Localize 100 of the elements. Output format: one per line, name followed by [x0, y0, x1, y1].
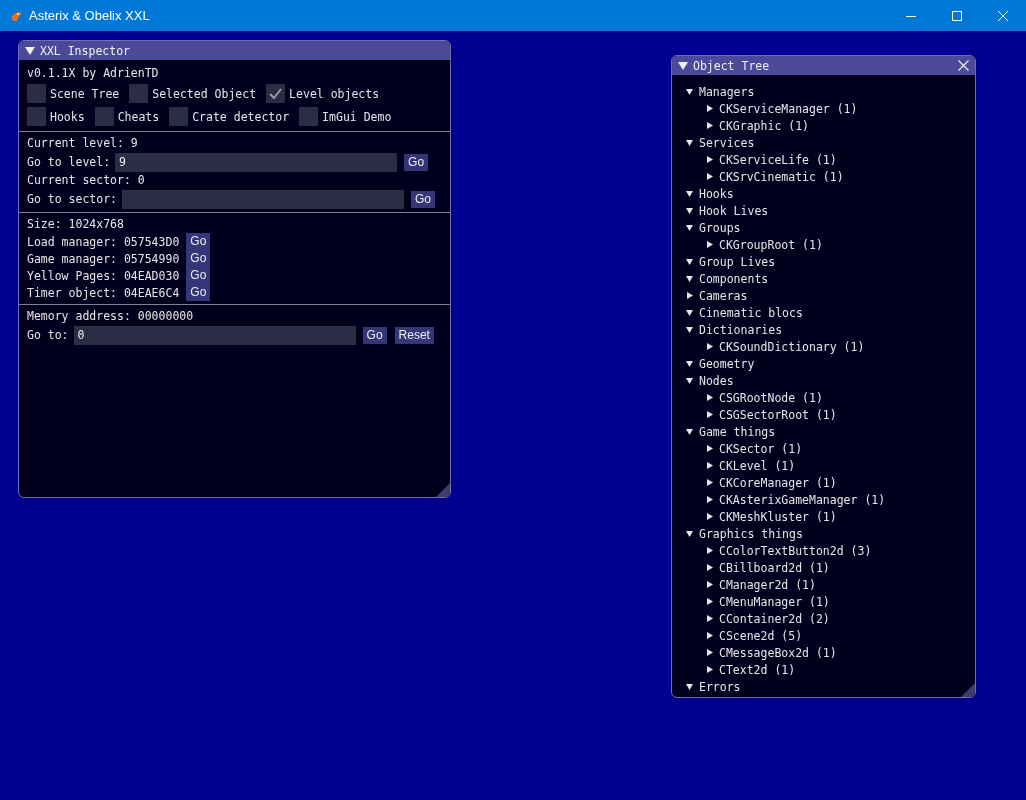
- tree-item[interactable]: CKSrvCinematic (1): [719, 169, 844, 184]
- collapse-icon[interactable]: [678, 61, 688, 70]
- tree-item[interactable]: Hook Lives: [699, 203, 769, 218]
- collapsed-arrow-icon[interactable]: [706, 666, 713, 673]
- collapsed-arrow-icon[interactable]: [706, 241, 713, 248]
- collapsed-arrow-icon[interactable]: [706, 496, 713, 503]
- collapsed-arrow-icon[interactable]: [706, 105, 713, 112]
- tree-item[interactable]: Services: [699, 135, 755, 150]
- tree-item[interactable]: CContainer2d (2): [719, 611, 830, 626]
- tree-item[interactable]: CSGRootNode (1): [719, 390, 823, 405]
- tree-item[interactable]: Cameras: [699, 288, 748, 303]
- collapsed-arrow-icon[interactable]: [706, 632, 713, 639]
- tree-item[interactable]: Managers: [699, 84, 755, 99]
- tree-item[interactable]: CKLevel (1): [719, 458, 796, 473]
- collapsed-arrow-icon[interactable]: [706, 411, 713, 418]
- tree-item[interactable]: Graphics things: [699, 526, 803, 541]
- expanded-arrow-icon[interactable]: [686, 88, 693, 95]
- checkbox[interactable]: [169, 107, 189, 126]
- window-titlebar[interactable]: XXL Inspector: [19, 41, 450, 60]
- tree-item[interactable]: CKServiceLife (1): [719, 152, 837, 167]
- input-field[interactable]: 9: [115, 152, 398, 172]
- pointer-text: Yellow Pages: 04EAD030: [27, 268, 180, 283]
- tree-item[interactable]: CKCoreManager (1): [719, 475, 837, 490]
- tree-item[interactable]: Groups: [699, 220, 741, 235]
- expanded-arrow-icon[interactable]: [686, 377, 693, 384]
- checkbox[interactable]: [27, 84, 46, 103]
- go-button[interactable]: Reset: [394, 326, 434, 344]
- tree-item[interactable]: Dictionaries: [699, 322, 783, 337]
- collapsed-arrow-icon[interactable]: [706, 649, 713, 656]
- tree-item[interactable]: CScene2d (5): [719, 628, 803, 643]
- tree-item[interactable]: CKMeshKluster (1): [719, 509, 837, 524]
- collapsed-arrow-icon[interactable]: [706, 173, 713, 180]
- input-field[interactable]: [122, 189, 404, 209]
- go-button[interactable]: Go: [186, 233, 211, 250]
- close-icon[interactable]: [958, 60, 969, 71]
- collapsed-arrow-icon[interactable]: [706, 156, 713, 163]
- expanded-arrow-icon[interactable]: [686, 224, 693, 231]
- collapsed-arrow-icon[interactable]: [686, 292, 693, 299]
- expanded-arrow-icon[interactable]: [686, 326, 693, 333]
- collapsed-arrow-icon[interactable]: [706, 343, 713, 350]
- collapse-icon[interactable]: [25, 46, 35, 55]
- tree-item[interactable]: Group Lives: [699, 254, 776, 269]
- collapsed-arrow-icon[interactable]: [706, 598, 713, 605]
- tree-item[interactable]: CColorTextButton2d (3): [719, 543, 872, 558]
- collapsed-arrow-icon[interactable]: [706, 445, 713, 452]
- tree-item[interactable]: Errors: [699, 679, 741, 694]
- collapsed-arrow-icon[interactable]: [706, 547, 713, 554]
- checkbox[interactable]: [27, 107, 46, 126]
- tree-item[interactable]: CMessageBox2d (1): [719, 645, 837, 660]
- tree-item[interactable]: CMenuManager (1): [719, 594, 830, 609]
- collapsed-arrow-icon[interactable]: [706, 394, 713, 401]
- expanded-arrow-icon[interactable]: [686, 258, 693, 265]
- go-button[interactable]: Go: [186, 250, 211, 267]
- tree-item[interactable]: CKGraphic (1): [719, 118, 809, 133]
- checkbox[interactable]: [129, 84, 149, 103]
- tree-item[interactable]: CKSector (1): [719, 441, 803, 456]
- go-button[interactable]: Go: [186, 267, 211, 284]
- go-button[interactable]: Go: [411, 190, 436, 208]
- tree-item[interactable]: CKSoundDictionary (1): [719, 339, 865, 354]
- collapsed-arrow-icon[interactable]: [706, 462, 713, 469]
- expanded-arrow-icon[interactable]: [686, 275, 693, 282]
- tree-item[interactable]: CKServiceManager (1): [719, 101, 858, 116]
- tree-item[interactable]: CKGroupRoot (1): [719, 237, 823, 252]
- collapsed-arrow-icon[interactable]: [706, 564, 713, 571]
- expanded-arrow-icon[interactable]: [686, 190, 693, 197]
- tree-item[interactable]: CManager2d (1): [719, 577, 816, 592]
- resize-grip[interactable]: [436, 483, 450, 497]
- window-titlebar[interactable]: Object Tree: [672, 56, 975, 75]
- expanded-arrow-icon[interactable]: [686, 207, 693, 214]
- collapsed-arrow-icon[interactable]: [706, 615, 713, 622]
- tree-item[interactable]: Components: [699, 271, 769, 286]
- expanded-arrow-icon[interactable]: [686, 360, 693, 367]
- go-button[interactable]: Go: [404, 153, 429, 171]
- checkbox[interactable]: [299, 107, 319, 126]
- collapsed-arrow-icon[interactable]: [706, 122, 713, 129]
- checkbox-label: ImGui Demo: [322, 109, 392, 124]
- info-text: Current level: 9: [27, 135, 139, 152]
- checkbox[interactable]: [94, 107, 114, 126]
- tree-item[interactable]: Cinematic blocs: [699, 305, 803, 320]
- tree-item[interactable]: CBillboard2d (1): [719, 560, 830, 575]
- expanded-arrow-icon[interactable]: [686, 139, 693, 146]
- tree-item[interactable]: Hooks: [699, 186, 734, 201]
- tree-item[interactable]: Nodes: [699, 373, 734, 388]
- checkbox[interactable]: [266, 84, 286, 103]
- collapsed-arrow-icon[interactable]: [706, 513, 713, 520]
- expanded-arrow-icon[interactable]: [686, 530, 693, 537]
- expanded-arrow-icon[interactable]: [686, 309, 693, 316]
- expanded-arrow-icon[interactable]: [686, 683, 693, 690]
- tree-item[interactable]: CSGSectorRoot (1): [719, 407, 837, 422]
- tree-item[interactable]: Geometry: [699, 356, 755, 371]
- resize-grip[interactable]: [961, 683, 975, 697]
- expanded-arrow-icon[interactable]: [686, 428, 693, 435]
- tree-item[interactable]: Game things: [699, 424, 776, 439]
- collapsed-arrow-icon[interactable]: [706, 581, 713, 588]
- input-field[interactable]: 0: [73, 325, 356, 345]
- go-button[interactable]: Go: [362, 326, 387, 344]
- collapsed-arrow-icon[interactable]: [706, 479, 713, 486]
- tree-item[interactable]: CText2d (1): [719, 662, 796, 677]
- tree-item[interactable]: CKAsterixGameManager (1): [719, 492, 886, 507]
- go-button[interactable]: Go: [186, 284, 211, 301]
